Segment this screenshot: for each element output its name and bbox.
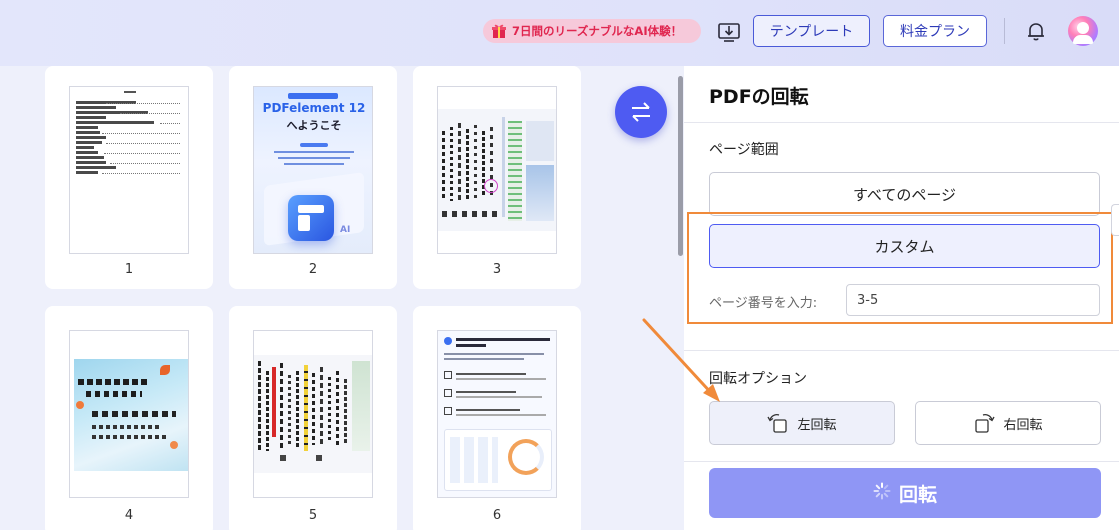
page-number: 4 (124, 508, 134, 523)
swap-icon[interactable] (615, 86, 667, 138)
rotate-run-label: 回転 (898, 483, 937, 506)
page-thumbnail-5[interactable]: 5 (229, 306, 397, 530)
promo-banner[interactable]: 7日間のリーズナブルなAI体験！ (483, 19, 701, 43)
promo-text: 7日間のリーズナブルなAI体験！ (512, 24, 683, 38)
page-thumbnail-6[interactable]: 6 (413, 306, 581, 530)
rotate-panel: PDFの回転 ページ範囲 すべてのページ カスタム ページ番号を入力: 回転オプ… (684, 66, 1119, 530)
all-pages-button[interactable]: すべてのページ (709, 172, 1100, 216)
page-preview (69, 330, 189, 498)
welcome-subtitle: へようこそ (286, 119, 342, 132)
rotate-right-icon (973, 412, 996, 434)
loading-spinner-icon (873, 482, 891, 505)
page-number-input[interactable] (846, 284, 1100, 316)
page-thumbnail-2[interactable]: PDFelement 12 へようこそ AI 2 (229, 66, 397, 289)
page-number: 1 (124, 262, 134, 277)
bell-icon[interactable] (1025, 20, 1047, 42)
rotate-options-label: 回転オプション (709, 371, 807, 387)
divider (684, 122, 1119, 123)
rotate-left-button[interactable]: 左回転 (709, 401, 895, 445)
download-icon[interactable] (716, 19, 742, 45)
toolbar-divider (1004, 18, 1005, 44)
page-number: 5 (308, 508, 318, 523)
panel-title: PDFの回転 (709, 86, 809, 108)
page-thumbnail-3[interactable]: 3 (413, 66, 581, 289)
page-number: 3 (492, 262, 502, 277)
pricing-plan-button[interactable]: 料金プラン (883, 15, 987, 47)
template-button[interactable]: テンプレート (753, 15, 870, 47)
thumbnail-area: 1 PDFelement 12 へようこそ AI 2 3 4 5 6 (0, 66, 678, 530)
custom-range-button[interactable]: カスタム (709, 224, 1100, 268)
page-preview (437, 330, 557, 498)
scrollbar[interactable] (678, 76, 683, 256)
rotate-left-icon (767, 412, 789, 434)
page-thumbnail-1[interactable]: 1 (45, 66, 213, 289)
rotate-run-button[interactable]: 回転 (709, 468, 1101, 518)
welcome-title: PDFelement 12 (262, 101, 366, 115)
divider (684, 461, 1119, 462)
side-collapse-tab[interactable] (1111, 204, 1119, 236)
page-input-label: ページ番号を入力: (709, 296, 818, 311)
rotate-left-label: 左回転 (797, 417, 837, 433)
gift-icon (491, 23, 507, 39)
page-number: 2 (308, 262, 318, 277)
page-range-label: ページ範囲 (709, 142, 779, 158)
page-thumbnail-4[interactable]: 4 (45, 306, 213, 530)
page-preview (253, 330, 373, 498)
rotate-right-label: 右回転 (1003, 417, 1043, 433)
page-preview (69, 86, 189, 254)
page-preview: PDFelement 12 へようこそ AI (253, 86, 373, 254)
avatar[interactable] (1068, 16, 1098, 46)
rotate-right-button[interactable]: 右回転 (915, 401, 1101, 445)
top-bar: 7日間のリーズナブルなAI体験！ テンプレート 料金プラン (0, 0, 1119, 66)
page-number: 6 (492, 508, 502, 523)
page-preview (437, 86, 557, 254)
divider (684, 350, 1119, 351)
